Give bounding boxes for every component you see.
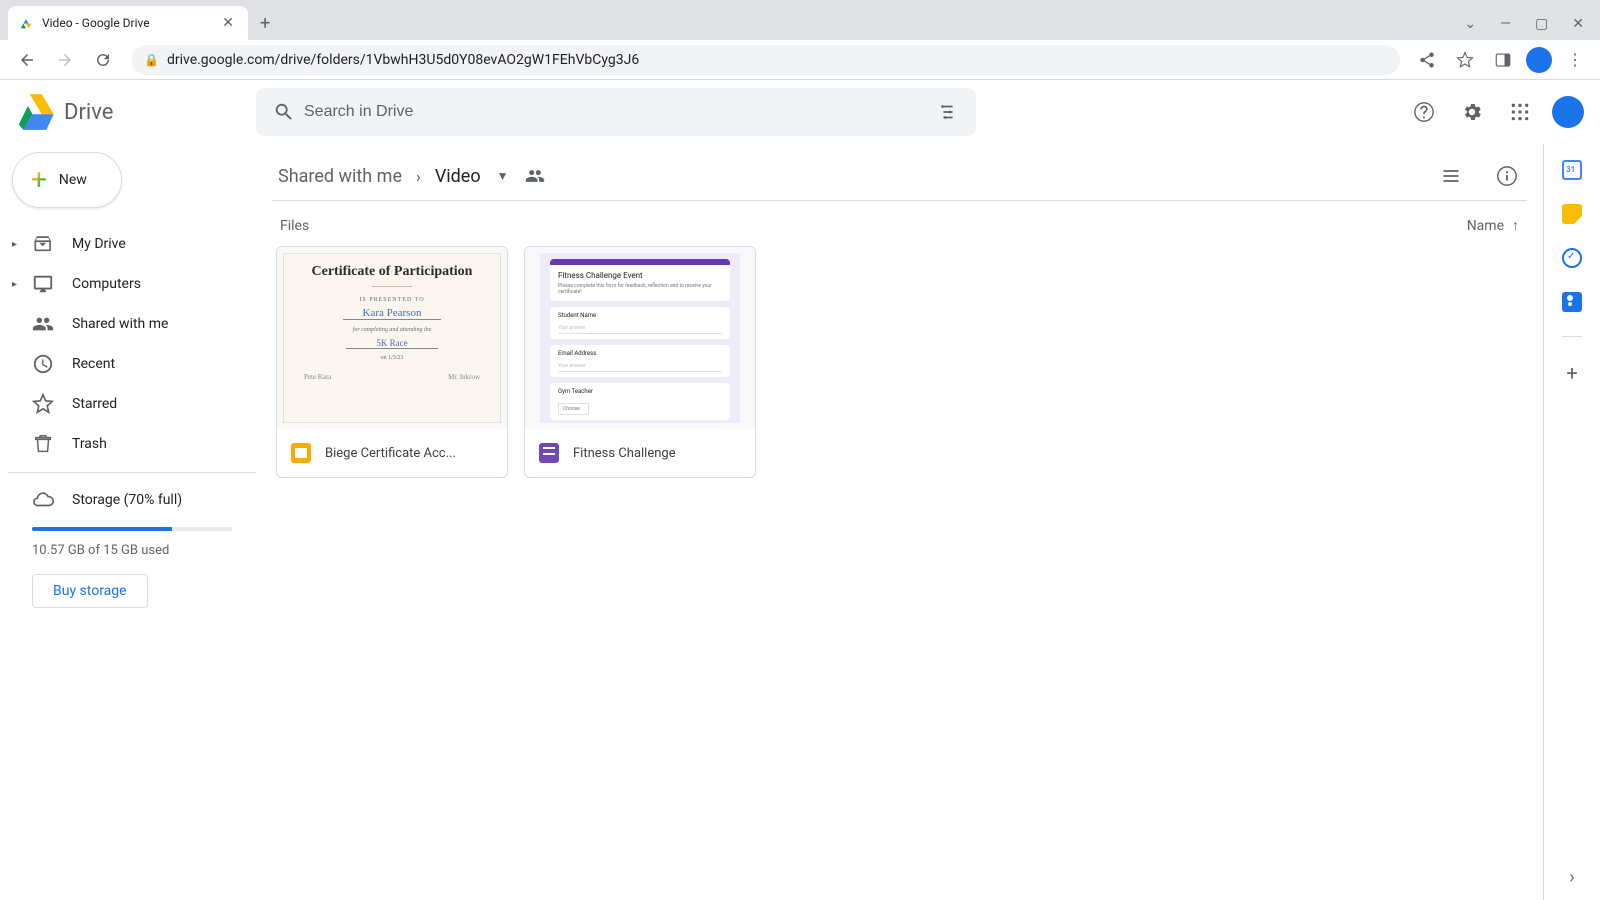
buy-storage-button[interactable]: Buy storage	[32, 574, 148, 608]
get-addons-icon[interactable]: +	[1566, 361, 1577, 385]
dropdown-icon[interactable]: ▼	[497, 169, 509, 183]
new-button-label: New	[59, 172, 87, 188]
reload-button[interactable]	[86, 43, 120, 77]
sidepanel-icon[interactable]	[1488, 45, 1518, 75]
lock-icon: 🔒	[144, 53, 159, 67]
storage-section: Storage (70% full) 10.57 GB of 15 GB use…	[8, 481, 256, 616]
sidebar-item-my-drive[interactable]: ▸ My Drive	[8, 224, 256, 264]
storage-label: Storage (70% full)	[72, 492, 182, 508]
close-window-icon[interactable]: ✕	[1572, 16, 1584, 32]
calendar-icon[interactable]	[1562, 160, 1582, 180]
details-info-icon[interactable]	[1487, 156, 1527, 196]
expand-icon[interactable]: ▸	[12, 279, 17, 290]
expand-icon[interactable]: ▸	[12, 239, 17, 250]
search-bar[interactable]	[256, 88, 976, 136]
storage-used-text: 10.57 GB of 15 GB used	[32, 543, 232, 558]
file-card[interactable]: Certificate of Participation IS PRESENTE…	[276, 246, 508, 478]
back-button[interactable]	[10, 43, 44, 77]
search-icon	[264, 101, 304, 123]
account-avatar[interactable]	[1552, 96, 1584, 128]
sidebar-item-recent[interactable]: Recent	[8, 344, 256, 384]
url-text: drive.google.com/drive/folders/1VbwhH3U5…	[167, 52, 639, 68]
tab-title: Video - Google Drive	[42, 16, 218, 30]
maximize-icon[interactable]: ▢	[1535, 16, 1548, 32]
bookmark-star-icon[interactable]	[1450, 45, 1480, 75]
sidebar-item-computers[interactable]: ▸ Computers	[8, 264, 256, 304]
sidebar-item-starred[interactable]: Starred	[8, 384, 256, 424]
forward-button[interactable]	[48, 43, 82, 77]
sidebar: + New ▸ My Drive ▸ Computers Shared with…	[0, 144, 256, 900]
profile-avatar[interactable]	[1526, 47, 1552, 73]
slides-icon	[291, 443, 311, 463]
sidebar-item-trash[interactable]: Trash	[8, 424, 256, 464]
breadcrumb-root[interactable]: Shared with me	[272, 162, 408, 191]
computers-icon	[32, 273, 54, 295]
sidebar-item-storage[interactable]: Storage (70% full)	[32, 489, 232, 511]
chevron-down-icon[interactable]: ⌄	[1464, 16, 1476, 32]
settings-gear-icon[interactable]	[1452, 92, 1492, 132]
search-input[interactable]	[304, 103, 928, 121]
plus-icon: +	[31, 166, 47, 194]
tab-close-icon[interactable]: ✕	[218, 13, 238, 33]
sort-arrow-up-icon: ↑	[1512, 217, 1519, 234]
section-title: Files	[280, 218, 309, 234]
drive-favicon-icon	[18, 15, 34, 31]
drive-header: Drive	[0, 80, 1600, 144]
tasks-icon[interactable]	[1562, 248, 1582, 268]
recent-icon	[32, 353, 54, 375]
breadcrumb: Shared with me › Video ▼	[272, 152, 1527, 200]
starred-icon	[32, 393, 54, 415]
sidebar-item-shared-with-me[interactable]: Shared with me	[8, 304, 256, 344]
sort-button[interactable]: Name ↑	[1467, 217, 1519, 234]
address-bar[interactable]: 🔒 drive.google.com/drive/folders/1VbwhH3…	[132, 45, 1400, 75]
minimize-icon[interactable]: —	[1500, 16, 1511, 32]
chevron-right-icon: ›	[416, 167, 421, 186]
my-drive-icon	[32, 233, 54, 255]
new-tab-button[interactable]: +	[248, 13, 282, 34]
shared-icon	[32, 313, 54, 335]
forms-icon	[539, 443, 559, 463]
cloud-icon	[32, 489, 54, 511]
drive-logo[interactable]: Drive	[16, 92, 248, 132]
drive-logo-icon	[16, 92, 56, 132]
browser-tab[interactable]: Video - Google Drive ✕	[8, 6, 248, 40]
keep-icon[interactable]	[1562, 204, 1582, 224]
file-thumbnail: Certificate of Participation IS PRESENTE…	[277, 247, 507, 429]
hide-sidepanel-icon[interactable]: ›	[1569, 867, 1574, 888]
trash-icon	[32, 433, 54, 455]
drive-wordmark: Drive	[64, 100, 113, 125]
list-view-icon[interactable]	[1431, 156, 1471, 196]
file-thumbnail: Fitness Challenge Event Please complete …	[525, 247, 755, 429]
side-addon-panel: + ›	[1544, 144, 1600, 900]
file-card[interactable]: Fitness Challenge Event Please complete …	[524, 246, 756, 478]
apps-grid-icon[interactable]	[1500, 92, 1540, 132]
file-name: Biege Certificate Acc...	[325, 446, 456, 461]
file-name: Fitness Challenge	[573, 446, 676, 461]
browser-tab-strip: Video - Google Drive ✕ + ⌄ — ▢ ✕	[0, 0, 1600, 40]
new-button[interactable]: + New	[12, 152, 122, 208]
browser-toolbar: 🔒 drive.google.com/drive/folders/1VbwhH3…	[0, 40, 1600, 80]
storage-progress-bar	[32, 527, 232, 531]
shared-folder-icon[interactable]	[525, 166, 545, 186]
chrome-menu-icon[interactable]: ⋮	[1560, 45, 1590, 75]
share-icon[interactable]	[1412, 45, 1442, 75]
support-icon[interactable]	[1404, 92, 1444, 132]
breadcrumb-current[interactable]: Video	[429, 162, 487, 191]
contacts-icon[interactable]	[1562, 292, 1582, 312]
search-options-icon[interactable]	[928, 101, 968, 123]
